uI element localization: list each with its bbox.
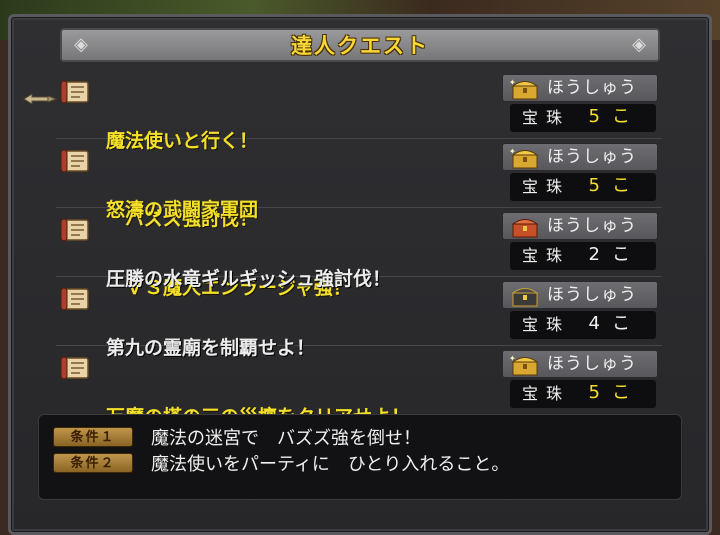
treasure-chest-icon: ✦	[509, 354, 539, 376]
conditions-panel: 条件１ 魔法の迷宮で バズズ強を倒せ！ 条件２ 魔法使いをパーティに ひとり入れ…	[38, 414, 682, 500]
reward-box: ✦ ほうしゅう 宝珠 5こ	[502, 74, 658, 132]
reward-header: ✦ ほうしゅう	[502, 143, 658, 171]
reward-box: ✦ ほうしゅう 宝珠 5こ	[502, 350, 658, 408]
reward-header: ✦ ほうしゅう	[502, 350, 658, 378]
diamond-ornament-icon: ◈	[632, 34, 646, 55]
reward-header: ✦ ほうしゅう	[502, 74, 658, 102]
svg-text:✦: ✦	[509, 147, 516, 156]
quest-row[interactable]: 万魔の塔の三の災壇をクリアせよ！ ✦ ほうしゅう 宝珠 5こ	[56, 346, 662, 428]
condition-text: 魔法の迷宮で バズズ強を倒せ！	[151, 428, 421, 449]
reward-count: 2こ	[588, 244, 642, 265]
condition-row: 条件１ 魔法の迷宮で バズズ強を倒せ！	[53, 425, 421, 449]
scroll-icon	[60, 356, 89, 380]
reward-item: 宝珠	[522, 384, 571, 403]
quest-row[interactable]: 魔法使いと行く！ バズズ強討伐！ ✦ ほうしゅう 宝珠 5こ	[56, 70, 662, 230]
svg-text:✦: ✦	[509, 78, 516, 87]
reward-count: 5こ	[588, 106, 642, 127]
reward-label: ほうしゅう	[547, 285, 637, 305]
reward-box: ✦ ほうしゅう 宝珠 5こ	[502, 143, 658, 201]
reward-label: ほうしゅう	[547, 216, 637, 236]
reward-box: ほうしゅう 宝珠 4こ	[502, 281, 658, 339]
reward-header: ほうしゅう	[502, 212, 658, 240]
reward-header: ほうしゅう	[502, 281, 658, 309]
scroll-icon	[60, 149, 89, 173]
reward-item: 宝珠	[522, 108, 571, 127]
reward-item: 宝珠	[522, 315, 571, 334]
scroll-icon	[60, 218, 89, 242]
page-title: 達人クエスト	[291, 34, 429, 58]
quest-list: 魔法使いと行く！ バズズ強討伐！ ✦ ほうしゅう 宝珠 5こ 怒濤の武闘家軍団 …	[56, 70, 662, 428]
scroll-icon	[60, 287, 89, 311]
quest-row[interactable]: 怒濤の武闘家軍団 ＶＳ魔人エンラージャ強！ ✦ ほうしゅう 宝珠 5こ	[56, 139, 662, 299]
treasure-chest-icon	[511, 288, 539, 307]
reward-label: ほうしゅう	[547, 78, 637, 98]
title-bar: ◈ 達人クエスト ◈	[60, 28, 660, 62]
reward-body: 宝珠 5こ	[510, 104, 656, 132]
condition-badge: 条件２	[53, 453, 133, 473]
reward-body: 宝珠 5こ	[510, 173, 656, 201]
treasure-chest-icon: ✦	[509, 78, 539, 100]
quest-row[interactable]: 第九の霊廟を制覇せよ！ ほうしゅう 宝珠 4こ	[56, 277, 662, 359]
reward-label: ほうしゅう	[547, 147, 637, 167]
scroll-icon	[60, 80, 89, 104]
diamond-ornament-icon: ◈	[74, 34, 88, 55]
reward-item: 宝珠	[522, 177, 571, 196]
condition-badge: 条件１	[53, 427, 133, 447]
reward-count: 5こ	[588, 175, 642, 196]
quest-row[interactable]: 圧勝の水竜ギルギッシュ強討伐！ ほうしゅう 宝珠 2こ	[56, 208, 662, 290]
treasure-chest-icon	[511, 219, 539, 238]
reward-count: 5こ	[588, 382, 642, 403]
reward-count: 4こ	[588, 313, 642, 334]
svg-text:✦: ✦	[509, 354, 516, 363]
treasure-chest-icon: ✦	[509, 147, 539, 169]
reward-body: 宝珠 4こ	[510, 311, 656, 339]
reward-body: 宝珠 5こ	[510, 380, 656, 408]
reward-body: 宝珠 2こ	[510, 242, 656, 270]
pointer-cursor-icon	[23, 93, 58, 105]
reward-box: ほうしゅう 宝珠 2こ	[502, 212, 658, 270]
reward-item: 宝珠	[522, 246, 571, 265]
condition-text: 魔法使いをパーティに ひとり入れること。	[151, 454, 510, 475]
reward-label: ほうしゅう	[547, 354, 637, 374]
condition-row: 条件２ 魔法使いをパーティに ひとり入れること。	[53, 451, 509, 475]
